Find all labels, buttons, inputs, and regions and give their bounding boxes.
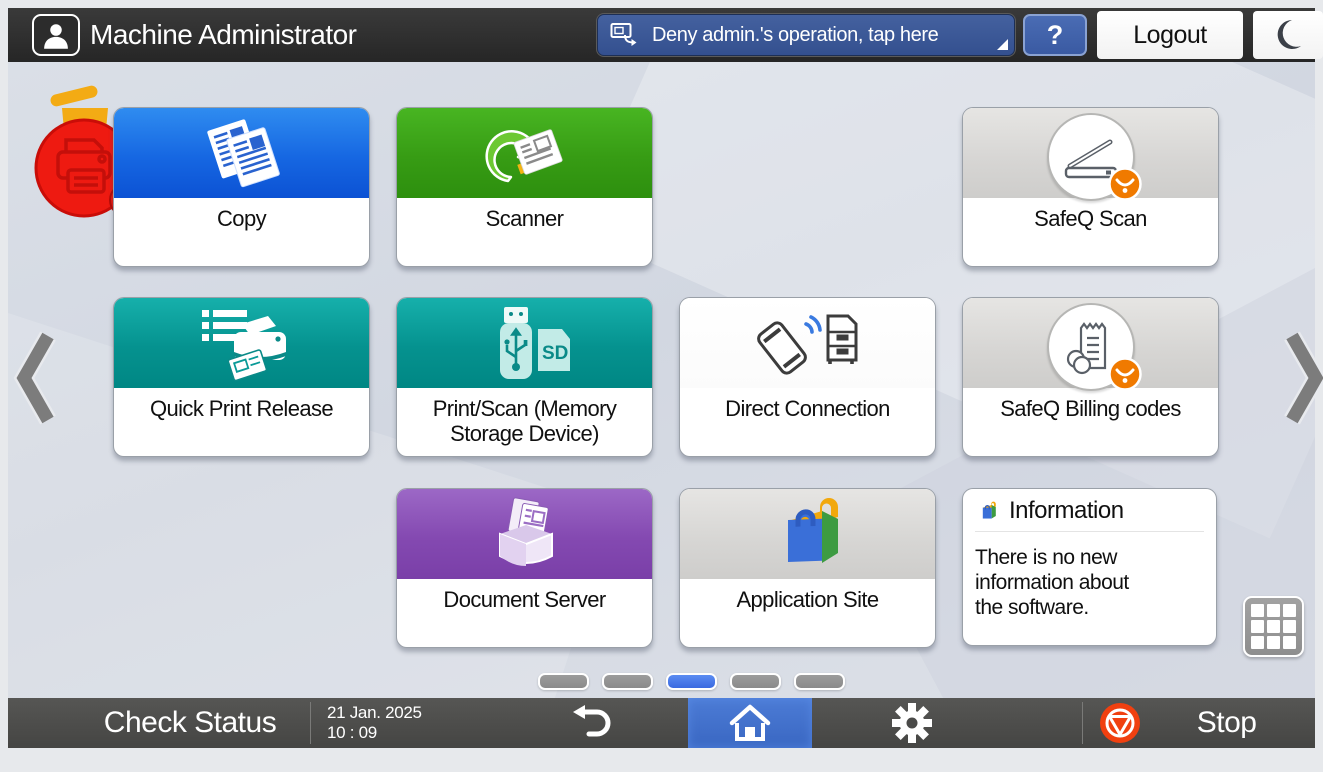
tile-scanner-head [397,108,652,198]
tile-quick-print-release-head [114,298,369,388]
tile-application-site-label: Application Site [680,579,935,613]
user-icon [32,14,80,56]
safeq-badge-icon [1107,166,1143,207]
document-server-icon [470,492,580,576]
tile-safeq-scan-label: SafeQ Scan [963,198,1218,232]
tile-scanner[interactable]: Scanner [396,107,653,267]
settings-button[interactable] [812,698,1012,748]
tile-print-scan-memory-storage-label: Print/Scan (Memory Storage Device) [397,388,652,446]
tile-safeq-scan[interactable]: SafeQ Scan [962,107,1219,267]
next-page-button[interactable] [1282,328,1323,433]
home-icon [727,703,773,743]
energy-saver-button[interactable] [1253,11,1323,59]
tile-safeq-billing-codes-label: SafeQ Billing codes [963,388,1218,422]
information-body: There is no new information about the so… [975,546,1155,620]
tile-copy-label: Copy [114,198,369,232]
screen-transfer-icon [610,22,640,48]
direct-connection-icon [748,302,868,384]
tile-safeq-billing-codes[interactable]: SafeQ Billing codes [962,297,1219,457]
grid-icon [1251,604,1296,649]
stop-control[interactable]: Stop [1099,702,1257,744]
page-dot-1[interactable] [538,673,589,690]
tile-print-scan-memory-storage-head: SD [397,298,652,388]
safeq-scan-icon [1047,113,1135,201]
tile-application-site-head [680,489,935,579]
tile-safeq-scan-head [963,108,1218,198]
page-dot-2[interactable] [602,673,653,690]
tile-copy-head [114,108,369,198]
back-button[interactable] [498,698,688,748]
tile-copy[interactable]: Copy [113,107,370,267]
copy-icon [187,113,297,193]
information-title: Information [1009,497,1124,525]
home-button[interactable] [688,698,812,748]
information-widget-header: Information [975,497,1204,532]
check-status-button[interactable]: Check Status [70,706,310,740]
logged-in-user[interactable]: Machine Administrator [32,14,357,56]
svg-text:SD: SD [542,343,568,364]
page-indicator [538,673,845,690]
tile-quick-print-release[interactable]: Quick Print Release [113,297,370,457]
page-dot-3-active[interactable] [666,673,717,690]
bottom-bar: Check Status 21 Jan. 2025 10 : 09 [8,698,1315,748]
divider [1082,702,1083,744]
banner-expand-corner-icon [997,39,1008,50]
chevron-left-icon [24,336,48,420]
app-list-button[interactable] [1243,596,1304,657]
safeq-billing-icon [1047,303,1135,391]
system-message-banner[interactable]: Deny admin.'s operation, tap here [597,14,1015,56]
information-widget[interactable]: Information There is no new information … [962,488,1217,646]
logout-button[interactable]: Logout [1097,11,1243,59]
tile-document-server-label: Document Server [397,579,652,613]
date-time: 21 Jan. 2025 10 : 09 [327,703,422,742]
safeq-badge-icon [1107,356,1143,397]
scanner-icon [470,111,580,195]
date-label: 21 Jan. 2025 [327,703,422,723]
page-dot-4[interactable] [730,673,781,690]
quick-print-release-icon [182,302,302,384]
page-dot-5[interactable] [794,673,845,690]
previous-page-button[interactable] [12,328,58,433]
tile-application-site[interactable]: Application Site [679,488,936,648]
moon-icon [1271,17,1305,53]
tile-document-server-head [397,489,652,579]
stop-icon [1099,702,1141,744]
stop-label: Stop [1197,706,1257,740]
help-button[interactable]: ? [1023,14,1087,56]
tile-safeq-billing-codes-head [963,298,1218,388]
top-bar: Machine Administrator Deny admin.'s oper… [8,8,1315,62]
divider [310,702,311,744]
usb-sd-icon: SD [470,301,580,385]
back-arrow-icon [569,704,617,742]
tile-document-server[interactable]: Document Server [396,488,653,648]
user-name-label: Machine Administrator [90,19,357,51]
tile-scanner-label: Scanner [397,198,652,232]
tile-print-scan-memory-storage[interactable]: SD Print/Scan (Memory Storage Device) [396,297,653,457]
tile-direct-connection-head [680,298,935,388]
tile-direct-connection[interactable]: Direct Connection [679,297,936,457]
information-bag-icon [975,499,1001,523]
tile-direct-connection-label: Direct Connection [680,388,935,422]
gear-icon [891,702,933,744]
application-site-icon [758,493,858,575]
chevron-right-icon [1292,336,1316,420]
system-message-text: Deny admin.'s operation, tap here [652,24,938,47]
time-label: 10 : 09 [327,723,422,743]
tile-quick-print-release-label: Quick Print Release [114,388,369,422]
